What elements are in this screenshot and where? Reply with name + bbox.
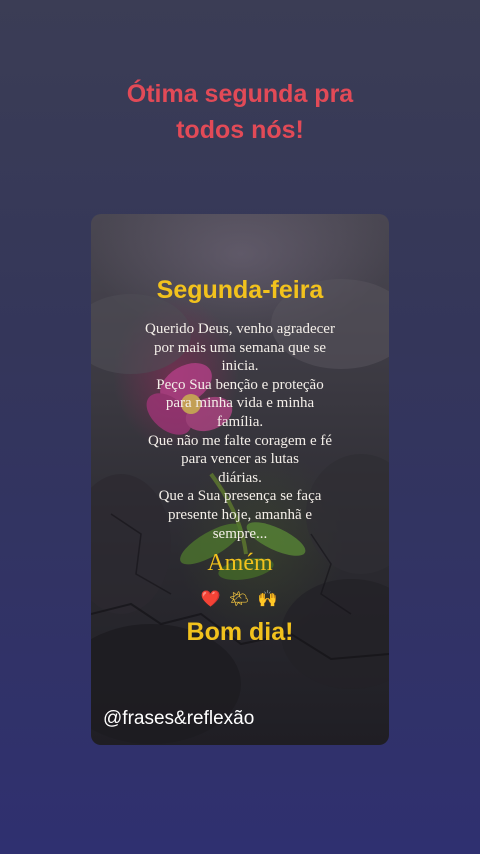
- card-content: Segunda-feira Querido Deus, venho agrade…: [91, 214, 389, 745]
- prayer-line: por mais uma semana que se: [153, 339, 327, 356]
- prayer-line: Peço Sua benção e proteção: [156, 376, 324, 393]
- prayer-line: inicia.: [221, 358, 259, 375]
- prayer-line: Que a Sua presença se faça: [158, 488, 322, 505]
- prayer-line: para minha vida e minha: [165, 395, 315, 412]
- author-handle[interactable]: @frases&reflexão: [103, 708, 254, 730]
- headline-line-2: todos nós!: [176, 116, 304, 144]
- prayer-line: Que não me falte coragem e fé: [147, 432, 333, 449]
- prayer-line: família.: [216, 413, 264, 430]
- prayer-line: presente hoje, amanhã e: [167, 506, 313, 523]
- raised-hands-icon: 🙌: [257, 591, 280, 608]
- prayer-line: sempre...: [212, 525, 268, 542]
- greeting-text: Bom dia!: [186, 618, 294, 646]
- emoji-row: ❤️ 🌤 🙌: [91, 590, 389, 610]
- post-card[interactable]: Segunda-feira Querido Deus, venho agrade…: [91, 214, 389, 745]
- prayer-line: Querido Deus, venho agradecer: [145, 321, 335, 337]
- heart-icon: ❤️: [200, 591, 223, 608]
- card-title: Segunda-feira: [156, 276, 324, 304]
- prayer-line: para vencer as lutas: [181, 451, 299, 468]
- prayer-line: diárias.: [218, 469, 262, 486]
- headline-line-1: Ótima segunda pra: [126, 80, 354, 108]
- sun-behind-cloud-icon: 🌤: [228, 591, 252, 608]
- amen-text: Amém: [207, 550, 273, 576]
- prayer-text: Querido Deus, venho agradecer por mais u…: [121, 320, 359, 543]
- headline: Ótima segunda pra todos nós!: [0, 76, 480, 148]
